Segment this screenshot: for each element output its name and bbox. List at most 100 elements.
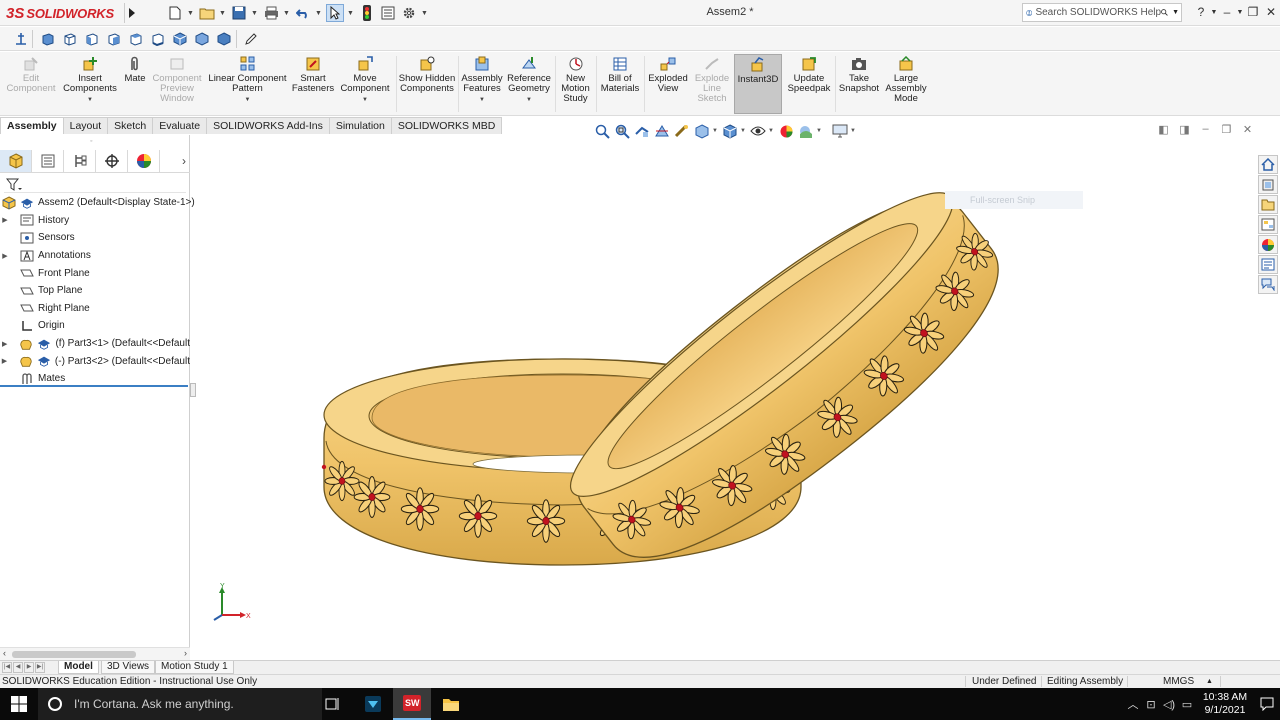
anchor-icon[interactable] (11, 29, 31, 49)
help-question-icon[interactable]: ? (1192, 3, 1210, 21)
tree-item-right-plane[interactable]: Right Plane (0, 300, 190, 318)
open-dropdown-icon[interactable]: ▼ (219, 10, 227, 17)
appearances-scenes-icon[interactable] (1258, 235, 1278, 254)
filter-funnel-icon[interactable] (5, 178, 22, 192)
design-library-icon[interactable] (1258, 175, 1278, 194)
open-folder-icon[interactable] (198, 4, 216, 22)
apply-scene-dropdown-icon[interactable]: ▼ (816, 128, 824, 134)
mate-button[interactable]: Mate (120, 54, 150, 114)
unit-system-selector[interactable]: MMGS (1163, 675, 1194, 688)
select-arrow-icon[interactable] (326, 4, 344, 22)
view-palette-icon[interactable] (1258, 215, 1278, 234)
view-settings-dropdown-icon[interactable]: ▼ (850, 128, 858, 134)
last-tab-icon[interactable]: ▶| (35, 662, 45, 673)
configurationmanager-tab[interactable] (64, 150, 96, 172)
rollback-bar[interactable] (0, 385, 188, 387)
search-dropdown-icon[interactable]: ▼ (1172, 9, 1179, 16)
assembly-features-button[interactable]: Assembly Features ▼ (460, 54, 504, 114)
smart-fasteners-button[interactable]: Smart Fasteners (290, 54, 336, 114)
tree-item-history[interactable]: ▶ History (0, 212, 190, 230)
scroll-right-icon[interactable]: › (184, 648, 187, 658)
expand-arrow-icon[interactable]: ▶ (0, 252, 10, 260)
unit-system-up-icon[interactable]: ▲ (1206, 675, 1213, 688)
select-dropdown-icon[interactable]: ▼ (347, 10, 355, 17)
large-assembly-mode-button[interactable]: Large Assembly Mode (883, 54, 929, 114)
view-trimetric-icon[interactable] (192, 29, 212, 49)
view-top-icon[interactable] (126, 29, 146, 49)
tab-model[interactable]: Model (58, 661, 99, 674)
rebuild-traffic-light-icon[interactable] (358, 4, 376, 22)
solidworks-forum-icon[interactable] (1258, 275, 1278, 294)
tree-horizontal-scrollbar[interactable]: ‹ › (0, 647, 190, 660)
insert-components-button[interactable]: Insert Components ▼ (60, 54, 120, 114)
display-style-dropdown-icon[interactable]: ▼ (740, 128, 748, 134)
component-preview-window-button[interactable]: Component Preview Window (150, 54, 204, 114)
expand-arrow-icon[interactable]: ▶ (0, 357, 9, 365)
tab-evaluate[interactable]: Evaluate (152, 117, 208, 134)
tree-root-assembly[interactable]: Assem2 (Default<Display State-1>) (0, 194, 195, 212)
dimxpertmanager-tab[interactable] (96, 150, 128, 172)
reference-geometry-button[interactable]: Reference Geometry ▼ (505, 54, 553, 114)
scroll-left-icon[interactable]: ‹ (3, 648, 6, 658)
edit-component-button[interactable]: Edit Component (2, 54, 60, 114)
tray-overflow-icon[interactable]: ︿ (1124, 696, 1142, 712)
tree-item-part3-1[interactable]: ▶ (f) Part3<1> (Default<<Default (0, 335, 190, 353)
expand-arrow-icon[interactable]: ▶ (0, 340, 9, 348)
custom-properties-icon[interactable] (1258, 255, 1278, 274)
scroll-thumb[interactable] (12, 651, 136, 658)
3d-model-scene[interactable]: Y X (196, 135, 1258, 660)
view-back-icon[interactable] (60, 29, 80, 49)
tray-volume-icon[interactable]: ◁) (1160, 698, 1178, 711)
tray-input-icon[interactable]: ▭ (1178, 698, 1196, 711)
propertymanager-tab[interactable] (32, 150, 64, 172)
restore-window-button[interactable]: ❐ (1244, 3, 1262, 21)
new-motion-study-button[interactable]: New Motion Study (557, 54, 594, 114)
tree-item-annotations[interactable]: ▶ Annotations (0, 247, 190, 265)
first-tab-icon[interactable]: |◀ (2, 662, 12, 673)
taskbar-solidworks-icon[interactable]: SW (393, 688, 431, 720)
view-orientation-dropdown-icon[interactable]: ▼ (712, 128, 720, 134)
tab-simulation[interactable]: Simulation (328, 117, 392, 134)
tab-solidworks-add-ins[interactable]: SOLIDWORKS Add-Ins (206, 117, 330, 134)
insert-components-dropdown-icon[interactable]: ▼ (60, 95, 120, 105)
menu-expand-arrow[interactable] (124, 3, 138, 23)
explode-line-sketch-button[interactable]: Explode Line Sketch (690, 54, 734, 114)
print-icon[interactable] (262, 4, 280, 22)
show-hidden-components-button[interactable]: Show Hidden Components (398, 54, 456, 114)
window-dropdown-icon[interactable]: ▼ (1236, 3, 1244, 21)
full-screen-snip-overlay[interactable]: Full-screen Snip (945, 191, 1083, 209)
tree-item-sensors[interactable]: Sensors (0, 229, 190, 247)
tree-item-front-plane[interactable]: Front Plane (0, 264, 190, 282)
taskbar-app-python-icon[interactable] (354, 688, 392, 720)
print-dropdown-icon[interactable]: ▼ (283, 10, 291, 17)
view-left-icon[interactable] (82, 29, 102, 49)
new-dropdown-icon[interactable]: ▼ (187, 10, 195, 17)
save-icon[interactable] (230, 4, 248, 22)
tab-motion-study-1[interactable]: Motion Study 1 (155, 661, 234, 674)
cortana-search-box[interactable]: I'm Cortana. Ask me anything. (38, 688, 322, 720)
tab-assembly[interactable]: Assembly (0, 117, 64, 134)
windows-start-button[interactable] (0, 688, 38, 720)
assembly-features-dropdown-icon[interactable]: ▼ (460, 95, 504, 105)
take-snapshot-button[interactable]: Take Snapshot (837, 54, 881, 114)
graphics-area[interactable]: ▼ ▼ ▼ ▼ ▼ ◧ ◨ – ❐ ✕ Y X Full-screen Snip (196, 123, 1258, 660)
orientation-triad[interactable]: Y X (213, 583, 251, 621)
new-document-icon[interactable] (166, 4, 184, 22)
undo-dropdown-icon[interactable]: ▼ (315, 10, 323, 17)
expand-arrow-icon[interactable]: ▶ (0, 216, 10, 224)
options-dropdown-icon[interactable]: ▼ (421, 10, 429, 17)
move-component-button[interactable]: Move Component ▼ (336, 54, 394, 114)
displaymanager-tab[interactable] (128, 150, 160, 172)
next-tab-icon[interactable]: ▶ (24, 662, 34, 673)
tray-clock[interactable]: 10:38 AM 9/1/2021 (1196, 691, 1254, 717)
prev-tab-icon[interactable]: ◀ (13, 662, 23, 673)
tab-solidworks-mbd[interactable]: SOLIDWORKS MBD (390, 117, 503, 134)
linear-pattern-dropdown-icon[interactable]: ▼ (205, 95, 290, 105)
tree-filter[interactable] (4, 176, 186, 193)
panel-grip-dot[interactable]: ◦ (90, 138, 92, 145)
tree-item-part3-2[interactable]: ▶ (-) Part3<2> (Default<<Default (0, 352, 190, 370)
save-dropdown-icon[interactable]: ▼ (251, 10, 259, 17)
view-front-icon[interactable] (38, 29, 58, 49)
featuremanager-tab[interactable] (0, 150, 32, 172)
bill-of-materials-button[interactable]: Bill of Materials (598, 54, 642, 114)
